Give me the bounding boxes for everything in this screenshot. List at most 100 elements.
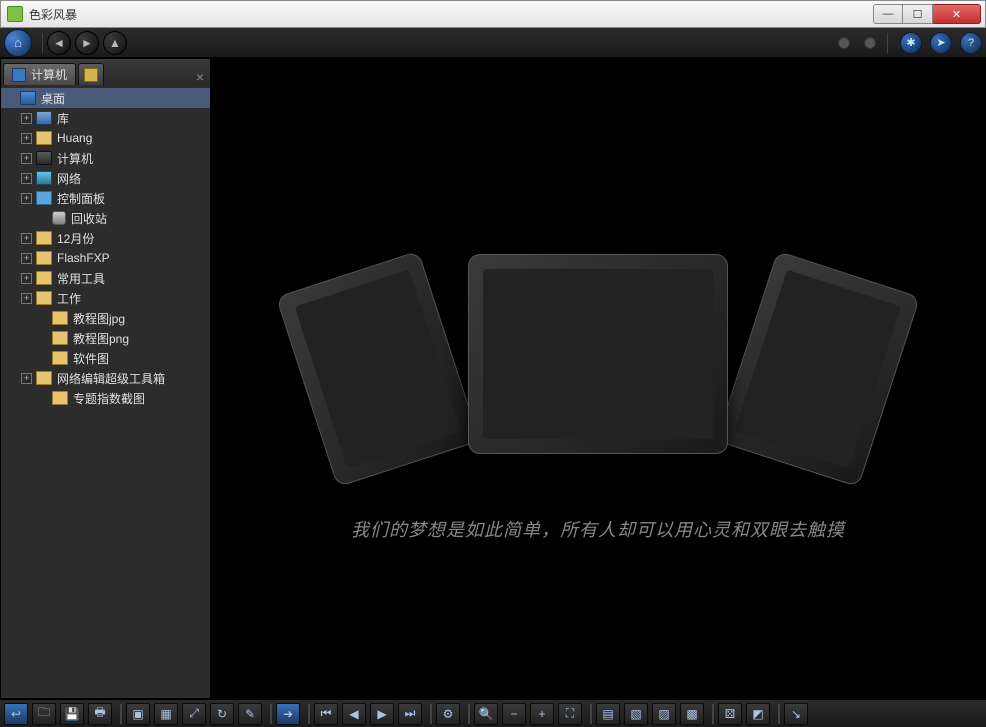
print-button[interactable]: 🖶 — [88, 703, 112, 725]
expand-toggle[interactable]: + — [21, 373, 32, 384]
thumb1-button[interactable]: ▧ — [624, 703, 648, 725]
tree-item-label: 教程图png — [73, 330, 129, 347]
recycle-icon — [52, 211, 66, 225]
back-button[interactable]: ↩ — [4, 703, 28, 725]
close-button[interactable]: ✕ — [933, 4, 981, 24]
tree-item[interactable]: ·专题指数截图 — [1, 388, 210, 408]
open-button[interactable]: 🗀 — [32, 703, 56, 725]
folder-icon — [36, 371, 52, 385]
tagline: 我们的梦想是如此简单，所有人却可以用心灵和双眼去触摸 — [351, 516, 845, 542]
tree-item[interactable]: ·桌面 — [1, 88, 210, 108]
sidebar: 计算机 × ·桌面+库+Huang+计算机+网络+控制面板·回收站+12月份+F… — [1, 59, 211, 698]
tree-item-label: 库 — [57, 110, 69, 127]
nav-forward-button[interactable]: ► — [75, 31, 99, 55]
folder-icon — [36, 251, 52, 265]
full-button[interactable]: ↘ — [784, 703, 808, 725]
sidebar-tabs: 计算机 × — [1, 59, 210, 85]
zoom-out-button[interactable]: − — [502, 703, 526, 725]
forward-button[interactable]: ➜ — [276, 703, 300, 725]
tree-item[interactable]: · 教程图png — [1, 328, 210, 348]
tree-item[interactable]: +计算机 — [1, 148, 210, 168]
tree-item-label: 工作 — [57, 290, 81, 307]
image-viewer[interactable]: 我们的梦想是如此简单，所有人却可以用心灵和双眼去触摸 — [211, 59, 985, 698]
expand-toggle[interactable]: + — [21, 113, 32, 124]
tree-item[interactable]: + 常用工具 — [1, 268, 210, 288]
next-button[interactable]: ▶ — [370, 703, 394, 725]
separator — [468, 704, 470, 724]
computer-icon — [12, 68, 26, 82]
tree-item-label: 软件图 — [73, 350, 109, 367]
folder-icon — [52, 331, 68, 345]
nav-up-button[interactable]: ▲ — [103, 31, 127, 55]
desktop-icon — [20, 91, 36, 105]
snap-button[interactable]: ◩ — [746, 703, 770, 725]
tree-item[interactable]: +12月份 — [1, 228, 210, 248]
expand-toggle[interactable]: + — [21, 133, 32, 144]
separator — [42, 33, 43, 53]
last-button[interactable]: ⏭ — [398, 703, 422, 725]
thumb3-button[interactable]: ▩ — [680, 703, 704, 725]
tree-item-label: Huang — [57, 131, 92, 145]
layout-large-button[interactable]: ▣ — [126, 703, 150, 725]
expand-toggle[interactable]: + — [21, 253, 32, 264]
tab-computer[interactable]: 计算机 — [3, 63, 76, 85]
save-button[interactable]: 💾 — [60, 703, 84, 725]
tree-item[interactable]: +库 — [1, 108, 210, 128]
tree-item-label: 控制面板 — [57, 190, 105, 207]
window-title: 色彩风暴 — [29, 6, 873, 23]
nav-back-button[interactable]: ◄ — [47, 31, 71, 55]
folder-tree[interactable]: ·桌面+库+Huang+计算机+网络+控制面板·回收站+12月份+FlashFX… — [1, 85, 210, 698]
tree-item[interactable]: + 控制面板 — [1, 188, 210, 208]
first-button[interactable]: ⏮ — [314, 703, 338, 725]
tree-item-label: 网络编辑超级工具箱 — [57, 370, 165, 387]
expand-toggle[interactable]: + — [21, 273, 32, 284]
share-button[interactable]: ➤ — [930, 32, 952, 54]
panel-icon — [36, 191, 52, 205]
tree-item[interactable]: ·回收站 — [1, 208, 210, 228]
help-button[interactable]: ? — [960, 32, 982, 54]
tree-item[interactable]: ·教程图jpg — [1, 308, 210, 328]
tree-item[interactable]: + 工作 — [1, 288, 210, 308]
minimize-button[interactable]: — — [873, 4, 903, 24]
expand-toggle[interactable]: + — [21, 233, 32, 244]
tree-item[interactable]: +FlashFXP — [1, 248, 210, 268]
network-icon — [36, 171, 52, 185]
zoom-actual-button[interactable]: 🔍 — [474, 703, 498, 725]
tree-item-label: 12月份 — [57, 230, 94, 247]
layout-small-button[interactable]: ▦ — [154, 703, 178, 725]
expand-toggle[interactable]: + — [21, 173, 32, 184]
settings-button[interactable]: ⚙ — [436, 703, 460, 725]
thumb2-button[interactable]: ▨ — [652, 703, 676, 725]
expand-toggle[interactable]: + — [21, 293, 32, 304]
edit-button[interactable]: ✎ — [238, 703, 262, 725]
zoom-in-button[interactable]: + — [530, 703, 554, 725]
separator — [712, 704, 714, 724]
folder-icon — [52, 391, 68, 405]
separator — [590, 704, 592, 724]
zoom-fit-button[interactable]: ⛶ — [558, 703, 582, 725]
sample-image-girl — [295, 269, 462, 468]
random-button[interactable]: ⚄ — [718, 703, 742, 725]
expand-toggle: · — [37, 353, 48, 364]
tree-item[interactable]: + 网络编辑超级工具箱 — [1, 368, 210, 388]
tree-item[interactable]: · 软件图 — [1, 348, 210, 368]
home-button[interactable]: ⌂ — [4, 29, 32, 57]
stretch-button[interactable]: ⤢ — [182, 703, 206, 725]
expand-toggle[interactable]: + — [21, 153, 32, 164]
tree-item-label: 桌面 — [41, 90, 65, 107]
tab-close-button[interactable]: × — [190, 69, 210, 85]
tablet-left — [276, 250, 480, 487]
expand-toggle[interactable]: + — [21, 193, 32, 204]
tree-item[interactable]: + Huang — [1, 128, 210, 148]
tree-item[interactable]: +网络 — [1, 168, 210, 188]
grid-button[interactable]: ▤ — [596, 703, 620, 725]
expand-toggle: · — [37, 333, 48, 344]
tab-overflow[interactable] — [78, 63, 104, 85]
tree-item-label: 常用工具 — [57, 270, 105, 287]
prev-button[interactable]: ◀ — [342, 703, 366, 725]
folder-icon — [36, 131, 52, 145]
tablet-right — [716, 250, 920, 487]
rotate-button[interactable]: ↻ — [210, 703, 234, 725]
sync-button[interactable]: ✱ — [900, 32, 922, 54]
maximize-button[interactable]: ☐ — [903, 4, 933, 24]
